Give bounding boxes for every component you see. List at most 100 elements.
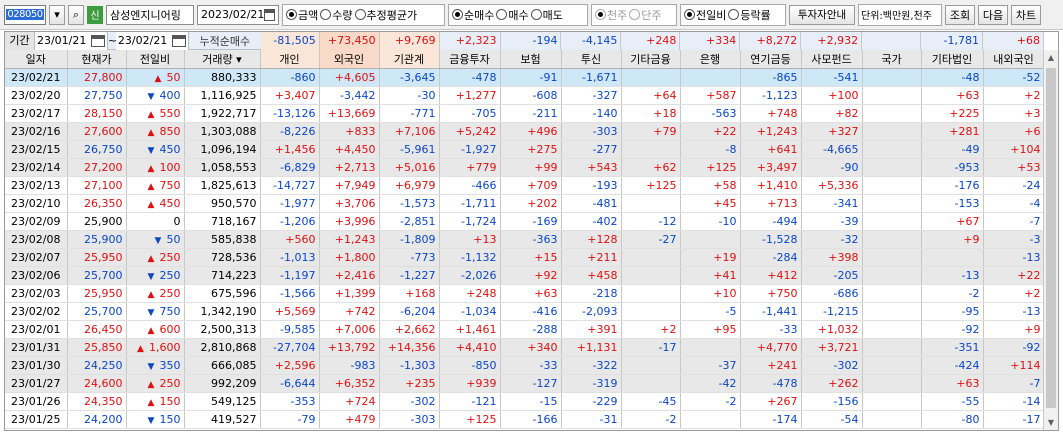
cell-investor-value: -5 [680,302,741,321]
scroll-thumb[interactable] [1046,68,1056,408]
radio-buy[interactable]: 매수 [496,7,529,23]
scroll-up-icon[interactable]: ▲ [1044,50,1058,65]
col-bank[interactable]: 은행 [680,50,741,69]
cell-volume: 1,825,613 [184,176,261,195]
cell-investor-value: -39 [801,212,863,231]
cell-date: 23/01/26 [5,392,68,411]
radio-change-rate[interactable]: 등락률 [728,7,771,23]
search-button[interactable]: ⌕ [68,4,84,25]
cell-investor-value [680,68,741,87]
col-financial-investment[interactable]: 금융투자 [439,50,501,69]
cell-date: 23/01/27 [5,374,68,393]
cell-price: 25,950 [67,284,127,303]
cell-investor-value: +267 [740,392,802,411]
cell-investor-value: -353 [260,392,320,411]
col-price[interactable]: 현재가 [67,50,127,69]
stock-code-input[interactable]: 028050 [4,4,46,25]
col-nation[interactable]: 국가 [862,50,922,69]
radio-amount[interactable]: 금액 [286,7,318,23]
table-row[interactable]: 23/02/01 26,450 ▲ 600 2,500,313 -9,585 +7,006 +… [5,320,1045,339]
cell-investor-value: -686 [801,284,863,303]
radio-net-buy[interactable]: 순매수 [452,7,494,23]
table-row[interactable]: 23/02/03 25,950 ▲ 250 675,596 -1,566 +1,399 +16… [5,284,1045,303]
cell-investor-value: -13 [921,266,984,285]
col-other-corp[interactable]: 기타법인 [921,50,984,69]
cell-investor-value [862,86,922,105]
up-arrow-icon: ▲ [147,253,155,264]
period-from-text: 23/01/21 [36,34,87,47]
table-row[interactable]: 23/02/08 25,900 ▼ 50 585,838 +560 +1,243 -1,809… [5,230,1045,249]
col-institution[interactable]: 기관계 [379,50,440,69]
cell-price: 28,150 [67,104,127,123]
cell-price: 25,700 [67,302,127,321]
calendar-icon[interactable] [264,8,275,21]
scroll-down-icon[interactable]: ▼ [1044,415,1058,430]
period-from-field[interactable]: 23/01/21 [34,32,108,50]
col-change[interactable]: 전일비 [126,50,185,69]
query-button[interactable]: 조회 [945,4,975,25]
table-row[interactable]: 23/02/06 25,700 ▼ 250 714,223 -1,197 +2,416 -1,… [5,266,1045,285]
sort-down-icon[interactable]: ▾ [236,53,242,66]
col-pension[interactable]: 연기금등 [740,50,802,69]
up-arrow-icon: ▲ [147,379,155,390]
calendar-icon[interactable] [171,34,186,47]
table-row[interactable]: 23/02/13 27,100 ▲ 750 1,825,613 -14,727 +7,949… [5,176,1045,195]
cell-price: 25,900 [67,230,127,249]
calendar-icon[interactable] [90,34,105,47]
table-row[interactable]: 23/01/27 24,600 ▲ 250 992,209 -6,644 +6,352 +23… [5,374,1045,393]
col-volume[interactable]: 거래량 ▾ [184,50,261,69]
table-row[interactable]: 23/02/14 27,200 ▲ 100 1,058,553 -6,829 +2,713 +… [5,158,1045,177]
compare-radio-group: 전일비 등락률 [680,3,786,26]
table-row[interactable]: 23/02/20 27,750 ▼ 400 1,116,925 +3,407 -3,442-… [5,86,1045,105]
cell-date: 23/01/31 [5,338,68,357]
query-date-field[interactable]: 2023/02/21 [197,4,279,25]
table-row[interactable]: 23/02/21 27,800 ▲ 50 880,333 -860 +4,605 -3,645… [5,68,1045,87]
cell-change-value: 600 [159,322,181,336]
table-row[interactable]: 23/02/07 25,950 ▲ 250 728,536 -1,013 +1,800 -77… [5,248,1045,267]
radio-quantity[interactable]: 수량 [320,7,353,23]
down-arrow-icon: ▼ [147,415,155,426]
col-investment-trust[interactable]: 투신 [561,50,622,69]
col-other-finance[interactable]: 기타금융 [621,50,681,69]
col-foreign[interactable]: 외국인 [319,50,380,69]
cell-investor-value: +939 [439,374,501,393]
radio-avg-price[interactable]: 추정평균가 [354,7,417,23]
cell-date: 23/02/09 [5,212,68,231]
vertical-scrollbar[interactable]: ▲ ▼ [1043,50,1058,430]
cell-investor-value: +2 [983,86,1045,105]
up-arrow-icon: ▲ [147,289,155,300]
col-date[interactable]: 일자 [5,50,68,69]
investor-guide-button[interactable]: 투자자안내 [789,4,855,25]
radio-thousand-shares[interactable]: 천주 [595,7,627,23]
cell-investor-value: +1,461 [439,320,501,339]
cell-investor-value: +19 [680,248,741,267]
period-to-field[interactable]: 23/02/21 [115,32,189,50]
table-row[interactable]: 23/02/02 25,700 ▼ 750 1,342,190 +5,569 +742 -6,… [5,302,1045,321]
table-row[interactable]: 23/01/25 24,200 ▼ 150 419,527 -79 +479 -303 +125… [5,410,1045,429]
cell-investor-value: +58 [680,176,741,195]
table-row[interactable]: 23/02/17 28,150 ▲ 550 1,922,717 -13,126 +13,66… [5,104,1045,123]
chart-button[interactable]: 차트 [1011,4,1041,25]
col-individual[interactable]: 개인 [260,50,320,69]
col-insurance[interactable]: 보험 [500,50,562,69]
radio-single-shares[interactable]: 단주 [629,7,662,23]
cell-investor-value: +53 [983,158,1045,177]
cell-investor-value: +3 [983,104,1045,123]
table-row[interactable]: 23/02/09 25,900 0 718,167 -1,206 +3,996 -2,851… [5,212,1045,231]
cell-investor-value: +211 [561,248,622,267]
table-row[interactable]: 23/02/15 26,750 ▼ 450 1,096,194 +1,456 +4,450-… [5,140,1045,159]
col-domestic-foreign[interactable]: 내외국인 [983,50,1045,69]
radio-sell[interactable]: 매도 [530,7,563,23]
table-row[interactable]: 23/02/16 27,600 ▲ 850 1,303,088 -8,226 +833 +7,… [5,122,1045,141]
cell-change-value: 250 [159,376,181,390]
table-row[interactable]: 23/01/26 24,350 ▲ 150 549,125 -353 +724 -302 -12… [5,392,1045,411]
radio-prev-day[interactable]: 전일비 [684,7,726,23]
col-private-fund[interactable]: 사모펀드 [801,50,863,69]
table-row[interactable]: 23/02/10 26,350 ▲ 450 950,570 -1,977 +3,706 -1,… [5,194,1045,213]
code-dropdown-button[interactable]: ▾ [49,4,65,25]
cell-investor-value [862,320,922,339]
table-row[interactable]: 23/01/30 24,250 ▼ 350 666,085 +2,596 -983 -1,30… [5,356,1045,375]
table-row[interactable]: 23/01/31 25,850 ▲ 1,600 2,810,868 -27,704 +13,… [5,338,1045,357]
cell-investor-value: +742 [319,302,380,321]
next-button[interactable]: 다음 [978,4,1008,25]
